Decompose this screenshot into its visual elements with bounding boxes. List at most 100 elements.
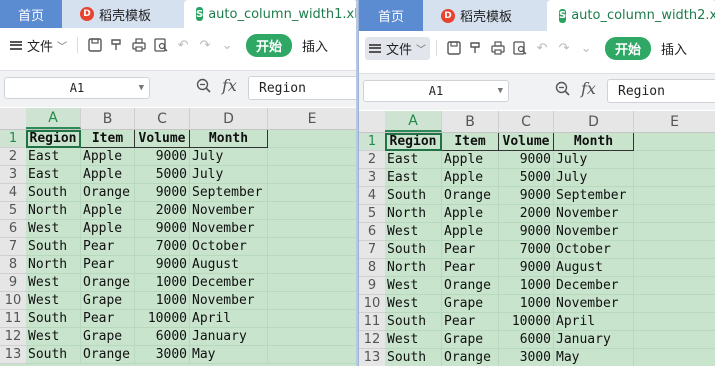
row-header-4[interactable]: 4 [359,187,385,205]
cell-a13[interactable]: South [385,349,442,366]
tab-docer[interactable]: D 稻壳模板 [66,0,180,28]
cell-d5[interactable]: November [554,205,634,223]
cell-a2[interactable]: East [26,148,81,166]
row-header-8[interactable]: 8 [359,259,385,277]
row-header-11[interactable]: 11 [0,310,26,328]
cell-e9[interactable] [268,274,357,292]
cell-c1[interactable]: Volume [135,130,190,148]
cell-e9[interactable] [634,277,715,295]
cell-b8[interactable]: Pear [81,256,135,274]
cell-d5[interactable]: November [190,202,268,220]
cell-a10[interactable]: West [385,295,442,313]
cell-d12[interactable]: January [190,328,268,346]
cell-e4[interactable] [634,187,715,205]
cell-e3[interactable] [634,169,715,187]
cell-c9[interactable]: 1000 [135,274,190,292]
cell-b4[interactable]: Orange [81,184,135,202]
cell-e2[interactable] [268,148,357,166]
cell-a12[interactable]: West [385,331,442,349]
column-header-b[interactable]: B [442,111,499,132]
row-header-9[interactable]: 9 [359,277,385,295]
column-header-b[interactable]: B [81,108,135,129]
function-icon[interactable]: fx [222,76,237,95]
cell-c7[interactable]: 7000 [499,241,554,259]
redo-icon[interactable]: ↷ [553,37,575,59]
formula-input[interactable]: Region [607,79,715,103]
cell-d9[interactable]: December [554,277,634,295]
function-icon[interactable]: fx [581,79,596,98]
cell-b13[interactable]: Orange [81,346,135,364]
cell-b10[interactable]: Grape [442,295,499,313]
tab-file[interactable]: Sauto_column_width1.xlsx [184,0,357,28]
cell-e8[interactable] [634,259,715,277]
cell-b3[interactable]: Apple [81,166,135,184]
cell-c12[interactable]: 6000 [135,328,190,346]
row-header-9[interactable]: 9 [0,274,26,292]
column-header-c[interactable]: C [135,108,190,129]
row-header-13[interactable]: 13 [359,349,385,366]
sheet-grid[interactable]: A B C D E 1 Region Item Volume Month 2 East Apple 900… [359,111,715,366]
row-header-8[interactable]: 8 [0,256,26,274]
cell-b4[interactable]: Orange [442,187,499,205]
cell-d1[interactable]: Month [554,133,634,151]
cell-a8[interactable]: North [385,259,442,277]
cell-b3[interactable]: Apple [442,169,499,187]
cell-b7[interactable]: Pear [442,241,499,259]
cell-d4[interactable]: September [554,187,634,205]
cell-c2[interactable]: 9000 [135,148,190,166]
cell-c12[interactable]: 6000 [499,331,554,349]
cell-a2[interactable]: East [385,151,442,169]
cell-b6[interactable]: Apple [442,223,499,241]
format-painter-icon[interactable] [106,34,128,56]
print-preview-icon[interactable] [150,34,172,56]
cell-d7[interactable]: October [554,241,634,259]
cell-b12[interactable]: Grape [442,331,499,349]
cell-b6[interactable]: Apple [81,220,135,238]
tab-start[interactable]: 开始 [605,36,652,60]
cell-c6[interactable]: 9000 [135,220,190,238]
tab-start[interactable]: 开始 [246,33,293,57]
cell-c3[interactable]: 5000 [135,166,190,184]
cell-e4[interactable] [268,184,357,202]
cell-a4[interactable]: South [26,184,81,202]
column-header-e[interactable]: E [634,111,715,132]
row-header-6[interactable]: 6 [0,220,26,238]
cell-d2[interactable]: July [190,148,268,166]
cell-a4[interactable]: South [385,187,442,205]
cell-d3[interactable]: July [190,166,268,184]
cell-d2[interactable]: July [554,151,634,169]
cell-a13[interactable]: South [26,346,81,364]
cell-e7[interactable] [268,238,357,256]
name-box[interactable]: A1 ▼ [4,77,150,99]
cell-d9[interactable]: December [190,274,268,292]
cell-c1[interactable]: Volume [499,133,554,151]
cell-a11[interactable]: South [385,313,442,331]
print-icon[interactable] [487,37,509,59]
cell-a3[interactable]: East [385,169,442,187]
row-header-6[interactable]: 6 [359,223,385,241]
formula-input[interactable]: Region [248,76,357,100]
cell-e13[interactable] [634,349,715,366]
more-icon[interactable]: ⌄ [575,37,597,59]
save-icon[interactable] [443,37,465,59]
cell-b8[interactable]: Pear [442,259,499,277]
row-header-11[interactable]: 11 [359,313,385,331]
row-header-13[interactable]: 13 [0,346,26,364]
name-box[interactable]: A1 ▼ [363,80,509,102]
cell-c6[interactable]: 9000 [499,223,554,241]
cell-d10[interactable]: November [190,292,268,310]
cell-a7[interactable]: South [26,238,81,256]
row-header-1[interactable]: 1 [0,130,26,148]
cell-a5[interactable]: North [385,205,442,223]
cell-e1[interactable] [634,133,715,151]
row-header-5[interactable]: 5 [0,202,26,220]
format-painter-icon[interactable] [465,37,487,59]
cell-c9[interactable]: 1000 [499,277,554,295]
cell-e5[interactable] [634,205,715,223]
cell-e10[interactable] [268,292,357,310]
cell-e7[interactable] [634,241,715,259]
column-header-e[interactable]: E [268,108,357,129]
row-header-1[interactable]: 1 [359,133,385,151]
cell-b9[interactable]: Orange [442,277,499,295]
row-header-3[interactable]: 3 [359,169,385,187]
